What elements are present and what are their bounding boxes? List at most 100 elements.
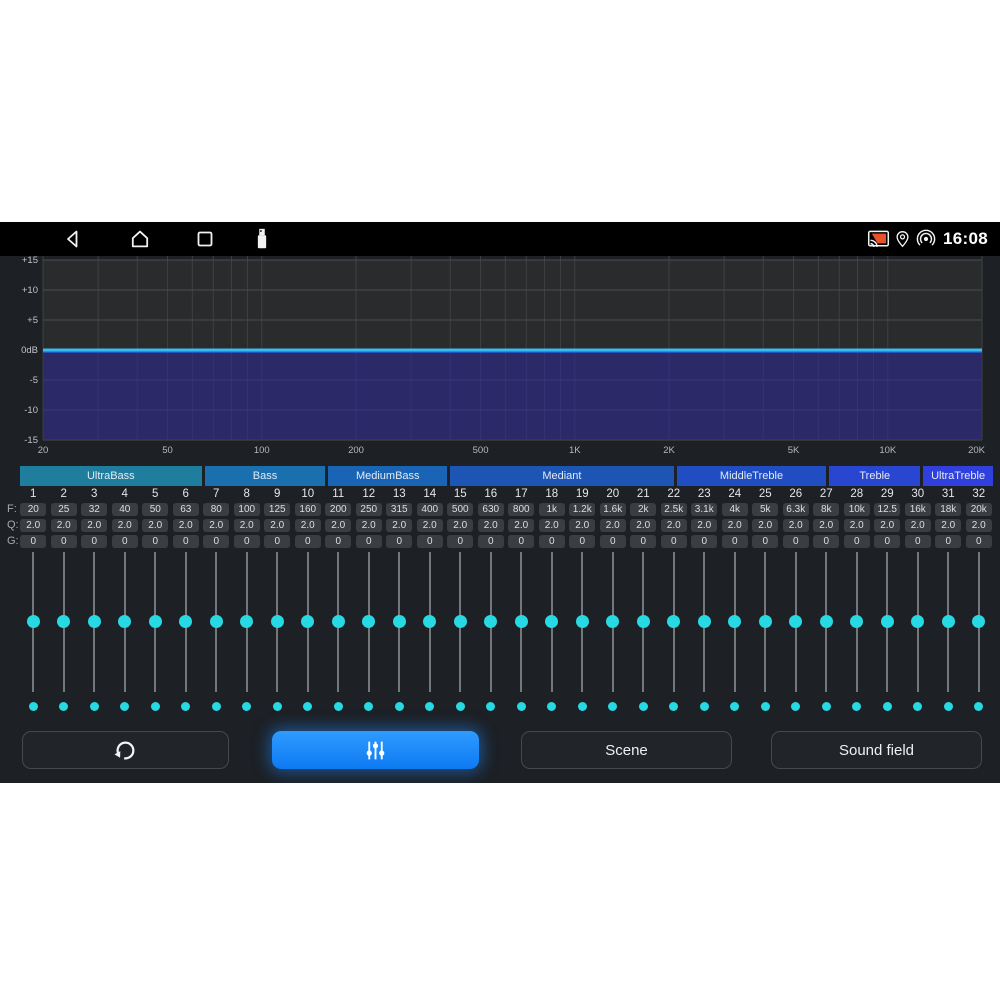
slider-thumb[interactable] — [972, 615, 985, 628]
gain-slider[interactable] — [537, 550, 568, 697]
slider-thumb[interactable] — [332, 615, 345, 628]
scene-button[interactable]: Scene — [521, 731, 732, 769]
gain-slider[interactable] — [354, 550, 385, 697]
band-number: 15 — [445, 486, 476, 501]
slider-thumb[interactable] — [484, 615, 497, 628]
home-icon[interactable] — [128, 227, 152, 251]
slider-thumb[interactable] — [271, 615, 284, 628]
freq-value: 50 — [142, 503, 168, 516]
slider-thumb[interactable] — [27, 615, 40, 628]
gain-slider[interactable] — [964, 550, 995, 697]
gain-value-box: 0 — [811, 534, 842, 549]
slider-thumb[interactable] — [423, 615, 436, 628]
gain-slider[interactable] — [842, 550, 873, 697]
gain-value-box: 0 — [598, 534, 629, 549]
slider-thumb[interactable] — [789, 615, 802, 628]
slider-thumb[interactable] — [454, 615, 467, 628]
slider-thumb[interactable] — [545, 615, 558, 628]
slider-thumb[interactable] — [118, 615, 131, 628]
slider-thumb[interactable] — [576, 615, 589, 628]
gain-slider[interactable] — [781, 550, 812, 697]
back-icon[interactable] — [61, 227, 85, 251]
q-value: 2.0 — [844, 519, 870, 532]
slider-thumb[interactable] — [698, 615, 711, 628]
gain-slider[interactable] — [262, 550, 293, 697]
slider-thumb[interactable] — [667, 615, 680, 628]
freq-value-box: 3.1k — [689, 502, 720, 517]
min-marker-dot — [852, 702, 861, 711]
min-marker-dot — [395, 702, 404, 711]
min-marker-dot — [791, 702, 800, 711]
recents-icon[interactable] — [193, 227, 217, 251]
gain-slider[interactable] — [293, 550, 324, 697]
freq-value: 2.5k — [661, 503, 687, 516]
gain-slider[interactable] — [628, 550, 659, 697]
gain-slider[interactable] — [659, 550, 690, 697]
gain-slider[interactable] — [79, 550, 110, 697]
slider-thumb[interactable] — [759, 615, 772, 628]
slider-thumb[interactable] — [179, 615, 192, 628]
q-value: 2.0 — [935, 519, 961, 532]
slider-thumb[interactable] — [515, 615, 528, 628]
gain-slider[interactable] — [201, 550, 232, 697]
gain-slider[interactable] — [323, 550, 354, 697]
slider-thumb[interactable] — [149, 615, 162, 628]
gain-slider[interactable] — [720, 550, 751, 697]
gain-slider[interactable] — [750, 550, 781, 697]
min-marker-dot — [151, 702, 160, 711]
freq-value-box: 1.2k — [567, 502, 598, 517]
q-value-box: 2.0 — [323, 518, 354, 533]
equalizer-button[interactable] — [272, 731, 479, 769]
slider-thumb[interactable] — [362, 615, 375, 628]
slider-thumb[interactable] — [606, 615, 619, 628]
slider-thumb[interactable] — [881, 615, 894, 628]
gain-slider[interactable] — [49, 550, 80, 697]
slider-thumb[interactable] — [637, 615, 650, 628]
min-marker-dot — [456, 702, 465, 711]
gain-slider[interactable] — [140, 550, 171, 697]
q-value: 2.0 — [783, 519, 809, 532]
band-number: 16 — [476, 486, 507, 501]
gain-slider[interactable] — [567, 550, 598, 697]
slider-thumb[interactable] — [728, 615, 741, 628]
slider-thumb[interactable] — [942, 615, 955, 628]
gain-slider[interactable] — [110, 550, 141, 697]
min-marker-dot — [303, 702, 312, 711]
gain-slider[interactable] — [415, 550, 446, 697]
freq-value-box: 16k — [903, 502, 934, 517]
gain-slider[interactable] — [171, 550, 202, 697]
gain-slider[interactable] — [232, 550, 263, 697]
slider-thumb[interactable] — [393, 615, 406, 628]
freq-value: 40 — [112, 503, 138, 516]
head-unit-screen: 16:08 +15+10+50dB-5-10-1520501002005001K… — [0, 222, 1000, 783]
gain-value: 0 — [569, 535, 595, 548]
y-tick-label: -10 — [24, 405, 38, 416]
gain-slider[interactable] — [689, 550, 720, 697]
y-tick-label: +10 — [22, 285, 38, 296]
gain-slider[interactable] — [872, 550, 903, 697]
gain-slider[interactable] — [476, 550, 507, 697]
gain-slider[interactable] — [18, 550, 49, 697]
gain-slider[interactable] — [506, 550, 537, 697]
sound-field-button[interactable]: Sound field — [771, 731, 982, 769]
slider-thumb[interactable] — [57, 615, 70, 628]
gain-slider[interactable] — [445, 550, 476, 697]
gain-slider[interactable] — [811, 550, 842, 697]
gain-slider[interactable] — [384, 550, 415, 697]
reset-button[interactable] — [22, 731, 229, 769]
band-number: 10 — [293, 486, 324, 501]
q-value-box: 2.0 — [781, 518, 812, 533]
gain-slider[interactable] — [933, 550, 964, 697]
slider-thumb[interactable] — [820, 615, 833, 628]
slider-thumb[interactable] — [850, 615, 863, 628]
slider-thumb[interactable] — [88, 615, 101, 628]
slider-thumb[interactable] — [911, 615, 924, 628]
slider-thumb[interactable] — [240, 615, 253, 628]
q-value: 2.0 — [81, 519, 107, 532]
y-tick-label: +15 — [22, 256, 38, 266]
slider-thumb[interactable] — [301, 615, 314, 628]
gain-slider[interactable] — [598, 550, 629, 697]
min-marker — [140, 699, 171, 713]
slider-thumb[interactable] — [210, 615, 223, 628]
gain-slider[interactable] — [903, 550, 934, 697]
